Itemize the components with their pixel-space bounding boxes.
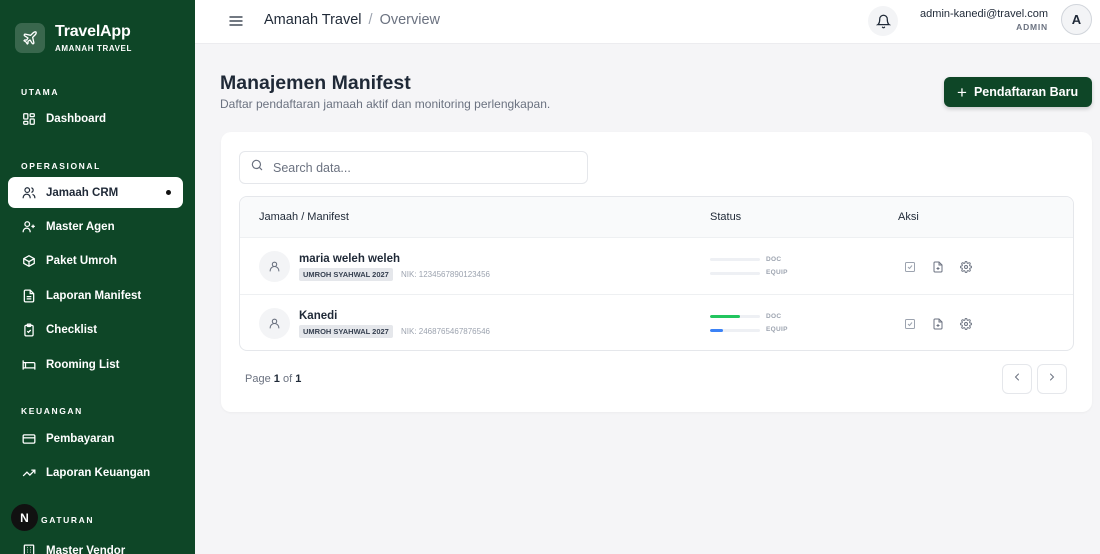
column-header-aksi: Aksi xyxy=(898,211,919,223)
pagination-prefix: Page xyxy=(245,373,271,385)
sidebar-item-master-agen[interactable]: Master Agen xyxy=(8,211,183,242)
settings-gear-icon[interactable] xyxy=(960,318,972,330)
pagination-of: of xyxy=(282,373,293,385)
package-badge: UMROH SYAHWAL 2027 xyxy=(299,268,393,281)
file-plus-icon[interactable] xyxy=(932,261,944,273)
dashboard-icon xyxy=(21,111,37,127)
plane-icon xyxy=(15,22,45,53)
sidebar-item-laporan-keuangan[interactable]: Laporan Keuangan xyxy=(8,457,183,488)
building-icon xyxy=(21,543,37,554)
search-input[interactable] xyxy=(273,160,573,175)
menu-icon[interactable] xyxy=(228,13,244,34)
pagination-total: 1 xyxy=(295,373,302,385)
table-row[interactable]: Kanedi UMROH SYAHWAL 2027 NIK: 246876546… xyxy=(240,294,1073,350)
jamaah-name: maria weleh weleh xyxy=(299,253,400,265)
page-title: Manajemen Manifest xyxy=(220,72,411,94)
doc-progress-bar xyxy=(710,315,760,318)
table-row[interactable]: maria weleh weleh UMROH SYAHWAL 2027 NIK… xyxy=(240,237,1073,294)
user-role: ADMIN xyxy=(1016,22,1048,32)
user-email: admin-kanedi@travel.com xyxy=(920,8,1048,20)
dev-tools-badge[interactable]: N xyxy=(11,504,38,531)
pagination-info: Page 1 of 1 xyxy=(245,373,301,385)
sidebar-item-label: Paket Umroh xyxy=(46,254,117,267)
chevron-right-icon xyxy=(1046,370,1058,388)
equip-progress-fill xyxy=(710,329,723,332)
manifest-card: Jamaah / Manifest Status Aksi maria wele… xyxy=(221,132,1092,412)
add-registration-label: Pendaftaran Baru xyxy=(973,85,1079,99)
jamaah-nik: NIK: 2468765467876546 xyxy=(401,327,490,336)
plus-icon: + xyxy=(957,82,967,102)
doc-label: DOC xyxy=(766,313,782,320)
brand[interactable]: TravelApp AMANAH TRAVEL xyxy=(0,0,195,60)
bed-icon xyxy=(21,357,37,373)
breadcrumb-root[interactable]: Amanah Travel xyxy=(264,12,362,28)
equip-label: EQUIP xyxy=(766,269,788,276)
sidebar-item-checklist[interactable]: Checklist xyxy=(8,314,183,345)
clipboard-check-icon xyxy=(21,322,37,338)
chevron-left-icon xyxy=(1011,370,1023,388)
file-plus-icon[interactable] xyxy=(932,318,944,330)
breadcrumb-current: Overview xyxy=(379,12,440,28)
equip-progress-bar xyxy=(710,272,760,275)
sidebar-item-label: Dashboard xyxy=(46,112,107,125)
breadcrumb-separator: / xyxy=(368,12,373,28)
file-text-icon xyxy=(21,288,37,304)
trending-up-icon xyxy=(21,465,37,481)
user-icon xyxy=(259,251,290,282)
topbar: Amanah Travel / Overview admin-kanedi@tr… xyxy=(195,0,1100,44)
sidebar-item-jamaah-crm[interactable]: Jamaah CRM xyxy=(8,177,183,208)
section-label-operasional: OPERASIONAL xyxy=(21,161,101,171)
table-header: Jamaah / Manifest Status Aksi xyxy=(240,197,1073,237)
breadcrumb: Amanah Travel / Overview xyxy=(264,12,440,28)
section-label-utama: UTAMA xyxy=(21,87,60,97)
credit-card-icon xyxy=(21,431,37,447)
sidebar-item-label: Checklist xyxy=(46,323,98,336)
search-icon xyxy=(250,158,264,177)
next-page-button[interactable] xyxy=(1037,364,1067,394)
column-header-status: Status xyxy=(710,211,742,223)
sidebar-item-label: Jamaah CRM xyxy=(46,186,119,199)
jamaah-name: Kanedi xyxy=(299,310,338,322)
sidebar-item-label: Rooming List xyxy=(46,358,120,371)
sidebar-item-label: Master Vendor xyxy=(46,544,126,554)
sidebar-item-master-vendor[interactable]: Master Vendor xyxy=(8,535,183,554)
notification-bell-icon[interactable] xyxy=(868,6,898,36)
section-label-keuangan: KEUANGAN xyxy=(21,406,83,416)
doc-progress-bar xyxy=(710,258,760,261)
prev-page-button[interactable] xyxy=(1002,364,1032,394)
settings-gear-icon[interactable] xyxy=(960,261,972,273)
sidebar-item-laporan-manifest[interactable]: Laporan Manifest xyxy=(8,280,183,311)
sidebar: TravelApp AMANAH TRAVEL UTAMA Dashboard … xyxy=(0,0,195,554)
sidebar-item-rooming-list[interactable]: Rooming List xyxy=(8,349,183,380)
jamaah-nik: NIK: 1234567890123456 xyxy=(401,270,490,279)
equip-label: EQUIP xyxy=(766,326,788,333)
checkbox-check-icon[interactable] xyxy=(904,261,916,273)
sidebar-item-pembayaran[interactable]: Pembayaran xyxy=(8,423,183,454)
package-badge: UMROH SYAHWAL 2027 xyxy=(299,325,393,338)
sidebar-item-label: Master Agen xyxy=(46,220,115,233)
user-icon xyxy=(259,308,290,339)
users-icon xyxy=(21,185,37,201)
pagination-current: 1 xyxy=(273,373,280,385)
brand-name: TravelApp xyxy=(55,22,131,40)
brand-subtitle: AMANAH TRAVEL xyxy=(55,43,132,53)
equip-progress-bar xyxy=(710,329,760,332)
doc-label: DOC xyxy=(766,256,782,263)
column-header-jamaah: Jamaah / Manifest xyxy=(259,211,349,223)
user-plus-icon xyxy=(21,219,37,235)
sidebar-item-paket-umroh[interactable]: Paket Umroh xyxy=(8,245,183,276)
sidebar-item-dashboard[interactable]: Dashboard xyxy=(8,103,183,134)
user-avatar[interactable]: A xyxy=(1061,4,1092,35)
page-subtitle: Daftar pendaftaran jamaah aktif dan moni… xyxy=(220,97,551,111)
active-indicator-dot xyxy=(166,190,171,195)
sidebar-item-label: Pembayaran xyxy=(46,432,115,445)
checkbox-check-icon[interactable] xyxy=(904,318,916,330)
search-box[interactable] xyxy=(239,151,588,184)
sidebar-item-label: Laporan Manifest xyxy=(46,289,142,302)
doc-progress-fill xyxy=(710,315,740,318)
add-registration-button[interactable]: + Pendaftaran Baru xyxy=(944,77,1092,107)
sidebar-item-label: Laporan Keuangan xyxy=(46,466,151,479)
package-icon xyxy=(21,253,37,269)
manifest-table: Jamaah / Manifest Status Aksi maria wele… xyxy=(239,196,1074,351)
